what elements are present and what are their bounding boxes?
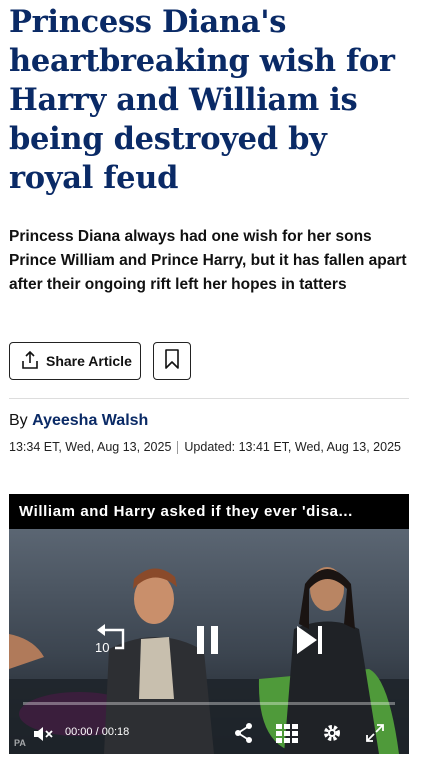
pause-icon[interactable] bbox=[195, 624, 221, 661]
skip-next-icon[interactable] bbox=[295, 624, 325, 661]
article-dates: 13:34 ET, Wed, Aug 13, 2025 Updated: 13:4… bbox=[9, 438, 409, 457]
rewind-seconds-label: 10 bbox=[95, 640, 110, 655]
share-icon bbox=[20, 350, 40, 373]
progress-bar[interactable] bbox=[23, 702, 395, 705]
current-time: 00:00 bbox=[65, 726, 93, 738]
video-player[interactable]: William and Harry asked if they ever 'di… bbox=[9, 494, 409, 754]
bookmark-button[interactable] bbox=[153, 342, 191, 380]
time-separator: / bbox=[95, 726, 99, 738]
author-link[interactable]: Ayeesha Walsh bbox=[32, 412, 148, 429]
time-display: 00:00 / 00:18 bbox=[65, 726, 129, 738]
mute-icon[interactable] bbox=[33, 726, 55, 747]
share-article-button[interactable]: Share Article bbox=[9, 342, 141, 380]
captions-icon[interactable] bbox=[233, 722, 255, 749]
bookmark-icon bbox=[164, 348, 180, 375]
updated-date: Updated: 13:41 ET, Wed, Aug 13, 2025 bbox=[184, 440, 401, 454]
fullscreen-icon[interactable] bbox=[365, 723, 385, 748]
byline-prefix: By bbox=[9, 412, 28, 429]
headline: Princess Diana's heartbreaking wish for … bbox=[9, 4, 395, 196]
article-dek: Princess Diana always had one wish for h… bbox=[9, 228, 407, 293]
video-title: William and Harry asked if they ever 'di… bbox=[9, 494, 409, 529]
playlist-grid-icon[interactable] bbox=[275, 723, 299, 748]
published-date: 13:34 ET, Wed, Aug 13, 2025 bbox=[9, 440, 172, 454]
video-watermark: PA bbox=[14, 738, 26, 748]
share-article-label: Share Article bbox=[46, 353, 132, 369]
settings-icon[interactable] bbox=[321, 722, 343, 749]
duration: 00:18 bbox=[101, 726, 130, 738]
byline: By Ayeesha Walsh bbox=[9, 412, 148, 430]
date-separator bbox=[177, 441, 179, 455]
divider bbox=[9, 398, 409, 399]
